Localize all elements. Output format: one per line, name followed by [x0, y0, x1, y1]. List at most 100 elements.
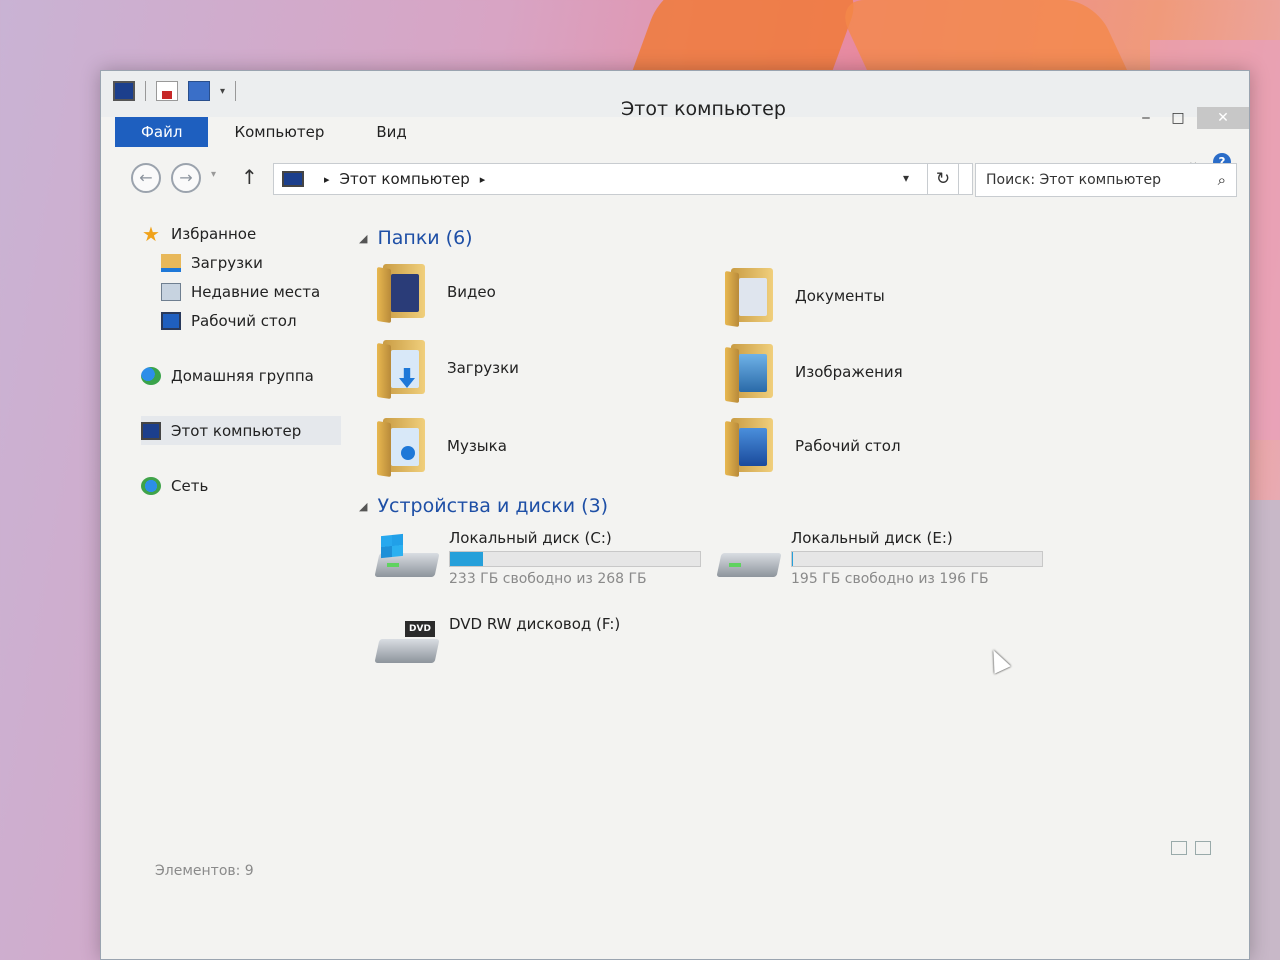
- tiles-view-icon[interactable]: [1195, 841, 1211, 855]
- folder-label: Рабочий стол: [795, 437, 901, 455]
- folder-item-video[interactable]: Видео: [377, 261, 677, 323]
- drive-name: DVD RW дисковод (F:): [449, 615, 621, 633]
- search-icon[interactable]: ⌕: [1218, 171, 1226, 189]
- drive-item-e[interactable]: Локальный диск (E:) 195 ГБ свободно из 1…: [716, 529, 1059, 589]
- folder-item-desktop[interactable]: Рабочий стол: [725, 415, 1025, 477]
- tab-computer[interactable]: Компьютер: [208, 117, 350, 147]
- view-toggle: [1171, 841, 1211, 855]
- drive-usage-bar: [791, 551, 1043, 567]
- hard-drive-icon: [716, 535, 782, 581]
- sidebar-item-label: Недавние места: [191, 282, 321, 301]
- folder-label: Загрузки: [447, 359, 519, 377]
- tab-view[interactable]: Вид: [350, 117, 432, 147]
- group-title: Устройства и диски (3): [377, 495, 609, 517]
- sidebar-item-downloads[interactable]: Загрузки: [141, 248, 351, 277]
- folders-group-header[interactable]: ◢ Папки (6): [359, 227, 473, 249]
- sidebar-item-label: Домашняя группа: [171, 366, 314, 385]
- sidebar-item-homegroup[interactable]: Домашняя группа: [141, 361, 351, 390]
- folder-item-music[interactable]: Музыка: [377, 415, 677, 477]
- dvd-drive-icon: DVD: [374, 621, 440, 667]
- breadcrumb-separator[interactable]: ▸: [480, 173, 486, 186]
- navigation-bar: ← → ▾ ↑ ▸ Этот компьютер ▸ ▾ ↻ Поиск: Эт…: [123, 163, 1243, 199]
- collapse-arrow-icon[interactable]: ◢: [359, 232, 367, 245]
- sidebar-item-recent-places[interactable]: Недавние места: [141, 277, 351, 306]
- quick-access-toolbar: ▾: [113, 81, 237, 101]
- ribbon-tabs: Файл Компьютер Вид: [115, 117, 433, 147]
- content-pane: ◢ Папки (6) Видео Документы Загрузки Изо…: [359, 219, 1239, 859]
- folder-label: Изображения: [795, 363, 903, 381]
- minimize-button[interactable]: ‒: [1131, 107, 1161, 129]
- folder-item-documents[interactable]: Документы: [725, 265, 1025, 327]
- folder-label: Документы: [795, 287, 885, 305]
- close-button[interactable]: ✕: [1197, 107, 1249, 129]
- computer-icon[interactable]: [113, 81, 135, 101]
- sidebar-item-label: Этот компьютер: [171, 421, 302, 440]
- address-dropdown-icon[interactable]: ▾: [903, 171, 909, 185]
- recent-places-icon: [161, 282, 181, 301]
- sidebar-item-network[interactable]: Сеть: [141, 471, 351, 500]
- properties-icon[interactable]: [156, 81, 178, 101]
- mouse-cursor-icon: [985, 646, 1011, 674]
- star-icon: ★: [142, 221, 160, 246]
- recent-locations-icon[interactable]: ▾: [211, 169, 216, 180]
- sidebar-item-desktop[interactable]: Рабочий стол: [141, 306, 351, 335]
- drive-usage-bar: [449, 551, 701, 567]
- documents-folder-icon: [725, 266, 777, 327]
- folder-item-downloads[interactable]: Загрузки: [377, 337, 677, 399]
- sidebar-item-label: Загрузки: [191, 253, 263, 272]
- new-folder-icon[interactable]: [188, 81, 210, 101]
- desktop-icon: [161, 311, 181, 330]
- address-bar[interactable]: ▸ Этот компьютер ▸: [273, 163, 973, 195]
- breadcrumb-separator[interactable]: ▸: [324, 173, 330, 186]
- toolbar-separator: [235, 81, 237, 101]
- group-title: Папки (6): [377, 227, 473, 249]
- search-placeholder: Поиск: Этот компьютер: [986, 172, 1162, 188]
- downloads-folder-icon: [161, 253, 181, 272]
- sidebar-item-favorites[interactable]: ★ Избранное: [141, 219, 351, 248]
- forward-button[interactable]: →: [171, 163, 201, 193]
- desktop-folder-icon: [725, 416, 777, 477]
- drive-usage-fill: [792, 552, 794, 566]
- up-button[interactable]: ↑: [241, 165, 258, 189]
- back-button[interactable]: ←: [131, 163, 161, 193]
- windows-drive-icon: [374, 533, 440, 581]
- homegroup-icon: [141, 366, 161, 385]
- refresh-button[interactable]: ↻: [927, 163, 959, 195]
- breadcrumb-this-pc[interactable]: Этот компьютер: [340, 170, 470, 188]
- tab-file[interactable]: Файл: [115, 117, 209, 147]
- computer-icon: [282, 171, 304, 187]
- title-bar[interactable]: ▾ Этот компьютер ‒ □ ✕: [101, 71, 1249, 129]
- navigation-pane: ★ Избранное Загрузки Недавние места Рабо…: [141, 219, 351, 500]
- drive-item-c[interactable]: Локальный диск (C:) 233 ГБ свободно из 2…: [374, 529, 717, 589]
- video-folder-icon: [377, 262, 429, 323]
- drives-group-header[interactable]: ◢ Устройства и диски (3): [359, 495, 608, 517]
- pictures-folder-icon: [725, 342, 777, 403]
- customize-toolbar-icon[interactable]: ▾: [220, 86, 225, 97]
- dvd-badge: DVD: [405, 621, 435, 637]
- status-bar-count: Элементов: 9: [155, 863, 254, 879]
- search-input[interactable]: Поиск: Этот компьютер ⌕: [975, 163, 1237, 197]
- folder-item-pictures[interactable]: Изображения: [725, 341, 1025, 403]
- drive-free-space: 233 ГБ свободно из 268 ГБ: [449, 571, 647, 587]
- sidebar-item-label: Сеть: [171, 476, 209, 495]
- drive-usage-fill: [450, 552, 483, 566]
- drive-free-space: 195 ГБ свободно из 196 ГБ: [791, 571, 989, 587]
- drive-name: Локальный диск (E:): [791, 529, 953, 547]
- maximize-button[interactable]: □: [1163, 107, 1193, 129]
- explorer-window: ▾ Этот компьютер ‒ □ ✕ Файл Компьютер Ви…: [100, 70, 1250, 960]
- downloads-folder-icon: [377, 338, 429, 399]
- network-icon: [141, 476, 161, 495]
- music-folder-icon: [377, 416, 429, 477]
- window-title: Этот компьютер: [621, 98, 786, 120]
- details-view-icon[interactable]: [1171, 841, 1187, 855]
- toolbar-separator: [145, 81, 146, 101]
- folder-label: Видео: [447, 283, 496, 301]
- sidebar-item-label: Избранное: [171, 224, 257, 243]
- sidebar-item-this-pc[interactable]: Этот компьютер: [141, 416, 341, 445]
- collapse-arrow-icon[interactable]: ◢: [359, 500, 367, 513]
- drive-name: Локальный диск (C:): [449, 529, 612, 547]
- computer-icon: [141, 421, 161, 440]
- drive-item-f[interactable]: DVD DVD RW дисковод (F:): [374, 615, 717, 675]
- sidebar-item-label: Рабочий стол: [191, 311, 297, 330]
- folder-label: Музыка: [447, 437, 507, 455]
